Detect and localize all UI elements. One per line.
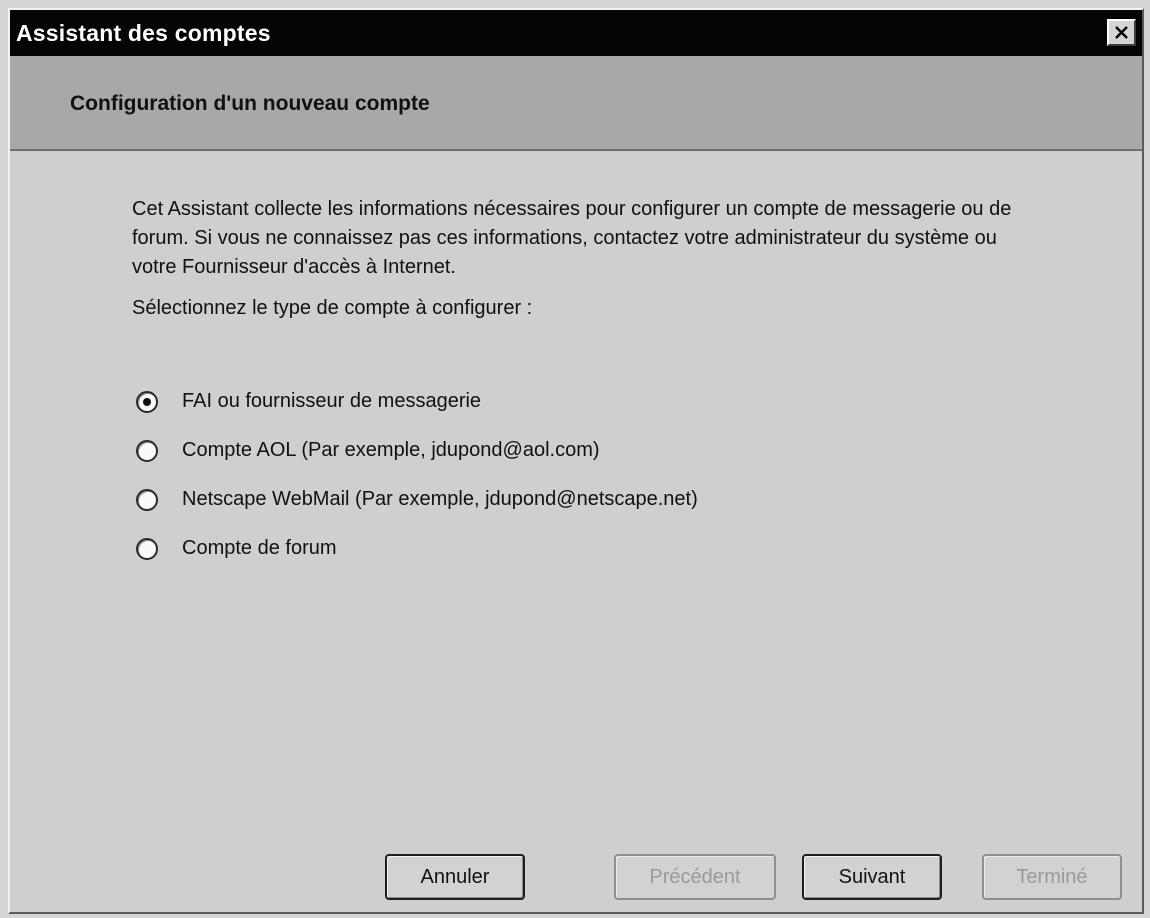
option-netscape-webmail[interactable]: Netscape WebMail (Par exemple, jdupond@n… <box>136 475 1036 524</box>
option-label: FAI ou fournisseur de messagerie <box>182 390 482 412</box>
option-newsgroup-account[interactable]: Compte de forum <box>136 524 1036 573</box>
page-title: Configuration d'un nouveau compte <box>70 92 430 115</box>
account-wizard-dialog: Assistant des comptes Configuration d'un… <box>8 8 1144 914</box>
option-label: Compte AOL (Par exemple, jdupond@aol.com… <box>182 439 600 461</box>
close-icon <box>1115 26 1128 39</box>
account-type-options: FAI ou fournisseur de messagerie Compte … <box>136 377 1036 573</box>
wizard-content: Cet Assistant collecte les informations … <box>10 151 1142 912</box>
previous-button[interactable]: Précédent <box>614 854 776 900</box>
option-label: Compte de forum <box>182 537 337 559</box>
radio-button-selected[interactable] <box>136 390 158 413</box>
next-button[interactable]: Suivant <box>802 854 942 900</box>
option-aol-account[interactable]: Compte AOL (Par exemple, jdupond@aol.com… <box>136 426 1036 475</box>
cancel-button[interactable]: Annuler <box>385 854 525 900</box>
option-isp-email[interactable]: FAI ou fournisseur de messagerie <box>136 377 1036 426</box>
title-bar[interactable]: Assistant des comptes <box>10 10 1142 56</box>
finish-button[interactable]: Terminé <box>982 854 1122 900</box>
option-label: Netscape WebMail (Par exemple, jdupond@n… <box>182 488 698 510</box>
wizard-header: Configuration d'un nouveau compte <box>10 56 1142 151</box>
radio-button[interactable] <box>136 439 158 462</box>
radio-button[interactable] <box>136 537 158 560</box>
window-title: Assistant des comptes <box>16 20 271 46</box>
intro-text: Cet Assistant collecte les informations … <box>132 198 1012 278</box>
account-type-prompt: Sélectionnez le type de compte à configu… <box>132 297 533 319</box>
close-button[interactable] <box>1107 19 1136 46</box>
radio-button[interactable] <box>136 488 158 511</box>
